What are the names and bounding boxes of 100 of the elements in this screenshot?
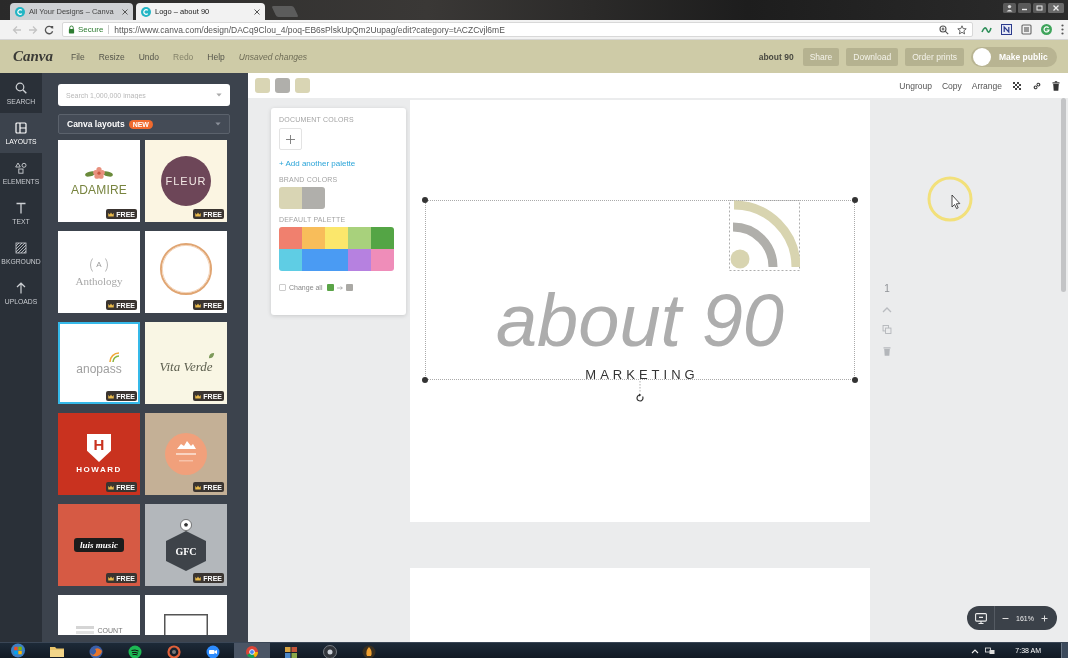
plus-icon (286, 134, 295, 144)
resize-handle[interactable] (422, 377, 428, 383)
menu-item[interactable]: File (71, 51, 85, 62)
color-swatch[interactable] (371, 227, 394, 249)
zoom-icon[interactable] (939, 24, 949, 35)
close-icon[interactable] (254, 8, 260, 15)
bars-icon (75, 626, 94, 634)
frame-icon (164, 614, 208, 635)
color-swatch[interactable] (348, 227, 371, 249)
crown-icon (195, 302, 202, 308)
color-swatch[interactable] (255, 78, 270, 93)
menu-item[interactable]: Help (207, 51, 225, 62)
restore-icon[interactable] (1033, 3, 1046, 13)
crown-icon (195, 211, 202, 217)
trash-icon[interactable] (1052, 80, 1060, 91)
canva-logo[interactable]: Canva (13, 48, 53, 65)
resize-handle[interactable] (852, 197, 858, 203)
url-text: https://www.canva.com/design/DACq9Clou_4/poq-EB6sPlskUpQm2Uupag/edit?category=tACZCvjl6mE (114, 24, 505, 35)
site-favicon-icon (141, 6, 151, 17)
text-icon (15, 201, 27, 214)
color-swatch[interactable] (348, 249, 371, 271)
security-label: Secure (78, 25, 104, 34)
color-swatch[interactable] (275, 78, 290, 93)
checkbox[interactable] (279, 284, 286, 291)
menu-icon[interactable] (1061, 24, 1064, 35)
crown-icon (108, 484, 115, 490)
design-title[interactable]: about 90 (758, 51, 794, 62)
zoom-in-icon[interactable] (1040, 614, 1048, 622)
site-favicon-icon (15, 6, 25, 17)
crown-icon (195, 393, 202, 399)
arrange-button[interactable]: Arrange (971, 80, 1002, 91)
page-number: 1 (884, 283, 890, 294)
globe-icon[interactable] (88, 643, 104, 658)
color-swatch[interactable] (279, 227, 302, 249)
logo-tagline[interactable]: MARKETING (581, 367, 699, 382)
resize-handle[interactable] (852, 377, 858, 383)
lock-icon (68, 25, 75, 34)
thumbnail-title: anopass (76, 361, 122, 376)
scrollbar[interactable] (1061, 98, 1066, 292)
color-swatch[interactable] (325, 249, 348, 271)
layout-icon (15, 121, 27, 134)
transparency-icon[interactable] (1012, 80, 1022, 91)
user-icon[interactable] (1003, 3, 1016, 13)
star-icon[interactable] (957, 24, 967, 35)
swoosh-icon[interactable] (981, 24, 992, 35)
color-swatch[interactable] (295, 78, 310, 93)
rotate-handle-icon[interactable] (635, 381, 645, 403)
thumbnail-title: Anthology (75, 274, 123, 287)
link-icon[interactable] (1032, 80, 1042, 91)
thumbnail-title: ADAMIRE (70, 182, 128, 197)
profile-circle-icon[interactable] (1041, 24, 1052, 35)
crown-icon (195, 484, 202, 490)
ungroup-button[interactable]: Ungroup (899, 80, 932, 91)
crown-icon (108, 575, 115, 581)
sound-waves-icon[interactable] (127, 643, 143, 658)
network-icon[interactable] (985, 646, 996, 655)
crown-icon (108, 211, 115, 217)
ring-icon[interactable] (166, 643, 182, 658)
square-icon[interactable] (1021, 24, 1032, 35)
crown-icon (108, 393, 115, 399)
color-swatch[interactable] (302, 249, 325, 271)
minimize-icon[interactable] (1018, 3, 1031, 13)
design-page[interactable]: about 90 MARKETING (410, 100, 870, 522)
ring-icon (159, 242, 213, 296)
add-color-button[interactable] (279, 128, 302, 150)
menu-item[interactable]: Undo (138, 51, 160, 62)
color-swatch[interactable] (302, 187, 325, 209)
flame-icon[interactable] (361, 643, 377, 658)
shapes-icon (15, 161, 27, 174)
thumbnail-title: Vita Verde (159, 358, 213, 375)
close-icon[interactable] (122, 8, 128, 15)
cursor-highlight-icon (927, 176, 973, 222)
browser-app-icon[interactable] (234, 642, 270, 658)
hexagon-emblem: GFC (166, 531, 206, 571)
color-swatch[interactable] (371, 249, 394, 271)
layout-thumbnail[interactable] (145, 595, 227, 635)
thumbnail-title: FLEUR (165, 175, 207, 187)
reload-icon[interactable] (44, 24, 54, 35)
screen-icon[interactable] (975, 612, 987, 624)
video-camera-icon[interactable] (205, 643, 221, 658)
color-swatch[interactable] (325, 227, 348, 249)
menu-item[interactable]: Resize (98, 51, 125, 62)
copy-button[interactable]: Copy (941, 80, 962, 91)
n-square-icon[interactable] (1001, 24, 1012, 35)
bracket-icon (88, 257, 94, 272)
resize-handle[interactable] (422, 197, 428, 203)
monogram: A (96, 260, 102, 269)
hatched-square-icon (15, 241, 27, 254)
color-swatch[interactable] (279, 249, 302, 271)
color-swatch[interactable] (302, 227, 325, 249)
color-swatch[interactable] (279, 187, 302, 209)
signal-waves-icon (108, 350, 122, 363)
leaf-icon (208, 351, 215, 359)
toggle-knob[interactable] (973, 47, 991, 66)
address-field[interactable]: Secure https://www.canva.com/design/DACq9Clou_4/poq-EB6sPlskUpQm2Uupag/edit?category=tACZCvjl6mE (62, 22, 973, 37)
soccer-ball-icon (180, 519, 192, 531)
close-window-icon[interactable] (1048, 3, 1064, 13)
flower-icon (84, 165, 114, 180)
upload-arrow-icon (15, 281, 27, 294)
start-orb-icon[interactable] (10, 643, 26, 658)
